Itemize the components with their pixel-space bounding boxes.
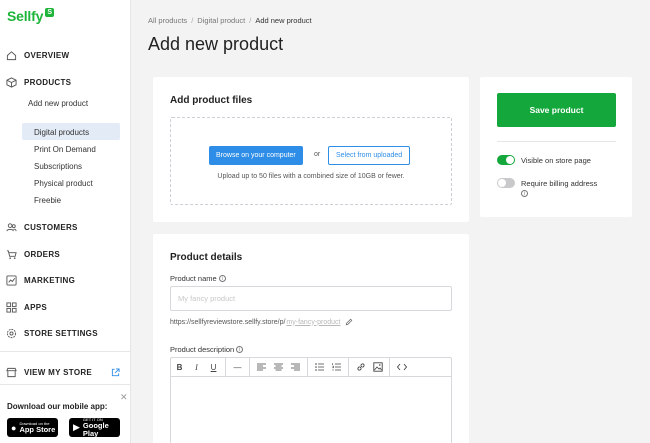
sidebar-add-new-product[interactable]: Add new product [28,99,88,108]
align-center-icon[interactable] [270,358,287,376]
logo-badge: S [45,7,55,17]
home-icon [6,50,17,60]
sidebar-item-subscriptions[interactable]: Subscriptions [34,162,82,171]
link-icon[interactable] [352,358,369,376]
upload-hint: Upload up to 50 files with a combined si… [217,173,405,180]
editor-toolbar: B I U — [170,357,452,377]
toggle-knob [498,179,506,187]
nav-overview[interactable]: OVERVIEW [0,45,130,65]
product-files-card: Add product files Browse on your compute… [153,77,469,222]
nav-marketing-label: MARKETING [24,275,76,285]
url-slug[interactable]: my-fancy-product [286,319,340,326]
sidebar-divider [0,351,130,352]
info-icon[interactable]: i [218,275,226,282]
nav-overview-label: OVERVIEW [24,50,70,60]
select-uploaded-button[interactable]: Select from uploaded [328,146,411,165]
external-link-icon [111,367,120,376]
image-icon[interactable] [369,358,386,376]
nav-customers-label: CUSTOMERS [24,222,78,232]
app-store-big: App Store [19,424,56,434]
publish-card: Save product Visible on store page Requi… [480,77,632,217]
breadcrumb-current: Add new product [255,16,312,25]
users-icon [6,222,17,231]
sidebar-item-freebie[interactable]: Freebie [34,196,61,205]
sidebar-divider-2 [0,384,130,385]
product-name-input[interactable] [170,286,452,311]
apple-icon: ● [11,422,17,433]
billing-label: Require billing address [521,179,598,188]
toolbar-separator [389,357,390,377]
bold-icon[interactable]: B [171,358,188,376]
toolbar-separator [307,357,308,377]
gear-icon [6,328,17,338]
nav-view-my-store[interactable]: VIEW MY STORE [0,362,130,382]
toolbar-separator [249,357,250,377]
product-details-title: Product details [170,252,243,263]
grid-icon [6,301,17,313]
code-icon[interactable] [393,358,410,376]
sidebar: Sellfy S OVERVIEW PRODUCTS Add new produ… [0,0,131,443]
nav-products[interactable]: PRODUCTS [0,72,130,92]
browse-computer-button[interactable]: Browse on your computer [209,146,303,165]
italic-icon[interactable]: I [188,358,205,376]
sellfy-logo[interactable]: Sellfy S [7,7,55,24]
product-description-label-text: Product description [170,345,235,354]
product-details-card: Product details Product name i https://s… [153,234,469,443]
nav-orders-label: ORDERS [24,249,61,259]
nav-apps-label: APPS [24,302,47,312]
product-name-label: Product name i [170,274,226,283]
sidebar-item-print-on-demand[interactable]: Print On Demand [34,145,96,154]
page-title: Add new product [148,34,284,54]
pencil-icon[interactable] [345,318,353,326]
file-dropzone[interactable]: Browse on your computer or Select from u… [170,117,452,205]
description-editor[interactable] [170,376,452,443]
breadcrumb-all-products[interactable]: All products [148,16,187,25]
bullet-list-icon[interactable] [311,358,328,376]
app-store-button[interactable]: ● Download on the App Store [7,418,58,437]
info-icon[interactable]: i [236,346,244,353]
toggle-knob [506,156,514,164]
close-icon[interactable]: ✕ [120,392,128,403]
sidebar-item-physical-product[interactable]: Physical product [34,179,93,188]
visible-label: Visible on store page [521,156,591,165]
underline-icon[interactable]: U [205,358,222,376]
box-icon [6,76,17,88]
url-prefix: https://sellfyreviewstore.sellfy.store/p… [170,318,286,326]
publish-divider [497,141,616,142]
toolbar-separator [348,357,349,377]
google-play-button[interactable]: ▶ GET IT ON Google Play [69,418,120,437]
product-url: https://sellfyreviewstore.sellfy.store/p… [170,318,353,326]
breadcrumb: All products / Digital product / Add new pro… [148,16,312,25]
align-right-icon[interactable] [287,358,304,376]
store-icon [6,367,17,377]
nav-products-label: PRODUCTS [24,77,72,87]
google-play-big: Google Play [82,421,109,438]
visible-toggle[interactable] [497,155,515,165]
cart-icon [6,249,17,259]
nav-customers[interactable]: CUSTOMERS [0,217,130,237]
or-text: or [314,151,321,158]
breadcrumb-digital-product[interactable]: Digital product [197,16,245,25]
nav-marketing[interactable]: MARKETING [0,270,130,290]
sidebar-item-digital-products[interactable]: Digital products [34,128,89,137]
numbered-list-icon[interactable] [328,358,345,376]
nav-orders[interactable]: ORDERS [0,244,130,264]
chart-icon [6,274,17,286]
mobile-app-title: Download our mobile app: [7,402,108,411]
product-name-label-text: Product name [170,274,217,283]
info-icon[interactable]: i [521,190,528,197]
product-files-title: Add product files [170,95,253,106]
toolbar-separator [225,357,226,377]
save-product-button[interactable]: Save product [497,93,616,127]
nav-apps[interactable]: APPS [0,297,130,317]
play-icon: ▶ [73,422,80,432]
billing-toggle[interactable] [497,178,515,188]
nav-view-my-store-label: VIEW MY STORE [24,367,93,377]
product-description-label: Product description i [170,345,244,354]
align-left-icon[interactable] [253,358,270,376]
nav-store-settings-label: STORE SETTINGS [24,328,98,338]
horizontal-rule-icon[interactable]: — [229,358,246,376]
nav-store-settings[interactable]: STORE SETTINGS [0,323,130,343]
logo-text: Sellfy [7,8,44,24]
